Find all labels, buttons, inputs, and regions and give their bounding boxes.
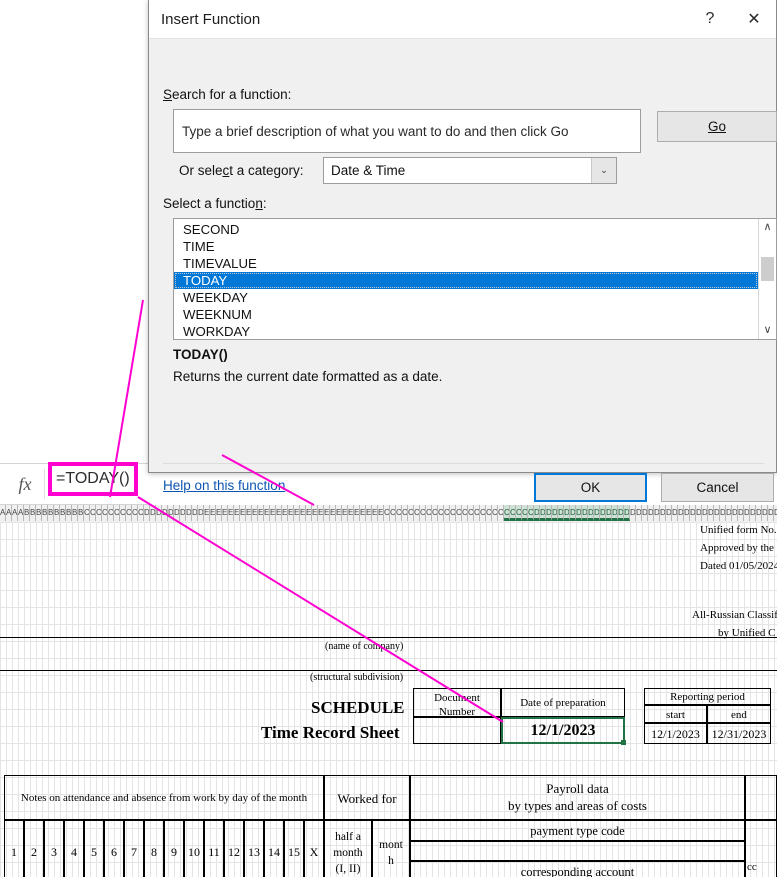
reporting-period-header: Reporting period — [644, 688, 771, 705]
scroll-up-icon[interactable]: ∧ — [763, 219, 771, 236]
half-month-line2: month — [333, 847, 363, 859]
rule-company-right — [410, 637, 777, 638]
scrollbar-thumb[interactable] — [761, 257, 774, 281]
function-signature: TODAY() — [173, 347, 228, 362]
function-list[interactable]: SECOND TIME TIMEVALUE TODAY WEEKDAY WEEKNUM WO… — [173, 218, 777, 340]
payment-type-code-header: payment type code — [410, 820, 745, 841]
reporting-end-value[interactable]: 12/31/2023 — [707, 723, 771, 744]
half-month-line3: (I, II) — [335, 863, 361, 875]
day-number-cell[interactable]: 15 — [284, 820, 304, 877]
scroll-down-icon[interactable]: ∨ — [763, 322, 771, 339]
day-number-cell[interactable]: 2 — [24, 820, 44, 877]
reporting-start-label: start — [644, 705, 707, 723]
category-selected-value: Date & Time — [331, 163, 406, 178]
day-number-cell[interactable]: 12 — [224, 820, 244, 877]
dialog-title-bar: Insert Function ? ✕ — [149, 0, 776, 39]
day-number-cell[interactable]: X — [304, 820, 324, 877]
category-label: Or select a category: — [179, 163, 304, 178]
reporting-end-label: end — [707, 705, 771, 723]
spreadsheet-grid[interactable]: AAAABBBBBBBBBBCCCCCCCCCCDDDDDDDDDDEEEEEE… — [0, 505, 777, 877]
function-list-label: Select a function: — [163, 196, 267, 211]
function-list-items: SECOND TIME TIMEVALUE TODAY WEEKDAY WEEKNUM WO… — [174, 219, 758, 339]
rule-subdivision — [0, 670, 410, 671]
half-a-month-header: half a month (I, II) — [324, 820, 372, 877]
cancel-button[interactable]: Cancel — [661, 473, 774, 502]
column-header-row[interactable]: AAAABBBBBBBBBBCCCCCCCCCCDDDDDDDDDDEEEEEE… — [0, 505, 777, 523]
worked-for-header: Worked for — [324, 775, 410, 820]
schedule-title: SCHEDULE — [311, 698, 405, 717]
day-number-cell[interactable]: 14 — [264, 820, 284, 877]
function-list-item[interactable]: TIME — [174, 238, 758, 255]
date-of-preparation-cell[interactable]: 12/1/2023 — [501, 717, 625, 744]
clipped-cc-text: cc — [747, 861, 757, 873]
day-number-cell[interactable]: 6 — [104, 820, 124, 877]
document-number-header: Document Number — [413, 688, 501, 718]
payroll-extra-col — [745, 775, 777, 820]
document-number-value[interactable] — [413, 717, 501, 744]
function-list-item[interactable]: WORKDAY — [174, 323, 758, 339]
search-label: Search for a function: — [163, 87, 292, 102]
day-number-cell[interactable]: 9 — [164, 820, 184, 877]
unified-form-note-1: Unified form No. T — [700, 524, 777, 536]
ok-button[interactable]: OK — [534, 473, 647, 502]
attendance-notes-header: Notes on attendance and absence from wor… — [4, 775, 324, 820]
function-list-item[interactable]: SECOND — [174, 221, 758, 238]
function-list-scrollbar[interactable]: ∧ ∨ — [758, 219, 776, 339]
search-input[interactable] — [173, 109, 641, 153]
rule-company — [0, 637, 410, 638]
day-number-cell[interactable]: 8 — [144, 820, 164, 877]
chevron-down-icon[interactable]: ⌄ — [591, 158, 616, 183]
go-button[interactable]: Go — [657, 111, 777, 142]
month-line2: h — [388, 855, 394, 867]
payroll-data-line2: by types and areas of costs — [508, 798, 647, 813]
function-description: Returns the current date formatted as a … — [173, 369, 443, 384]
day-number-cell[interactable]: 13 — [244, 820, 264, 877]
function-list-item[interactable]: TODAY — [174, 272, 758, 289]
go-button-label: Go — [707, 119, 726, 134]
dialog-separator — [163, 463, 764, 464]
close-icon[interactable]: ✕ — [732, 0, 776, 38]
insert-function-dialog: Insert Function ? ✕ Search for a functio… — [148, 0, 777, 502]
function-list-item[interactable]: WEEKNUM — [174, 306, 758, 323]
classifier-note-1: All-Russian Classifi — [692, 609, 777, 621]
month-header: mont h — [372, 820, 410, 877]
reporting-start-value[interactable]: 12/1/2023 — [644, 723, 707, 744]
corresponding-account-header: corresponding account — [410, 861, 745, 877]
unified-form-note-3: Dated 01/05/2024 — [700, 560, 777, 572]
help-icon[interactable]: ? — [688, 0, 732, 38]
time-record-sheet-title: Time Record Sheet — [261, 723, 400, 742]
document-number-label-line1: Document — [434, 692, 480, 704]
function-list-item[interactable]: TIMEVALUE — [174, 255, 758, 272]
company-caption: (name of company) — [325, 641, 404, 652]
day-number-cell[interactable]: 4 — [64, 820, 84, 877]
payroll-data-line1: Payroll data — [546, 781, 609, 796]
dialog-body: Search for a function: Go Or select a ca… — [149, 39, 777, 502]
function-list-item[interactable]: WEEKDAY — [174, 289, 758, 306]
payroll-data-header: Payroll data by types and areas of costs — [410, 775, 745, 820]
unified-form-note-2: Approved by the R — [700, 542, 777, 554]
subdivision-caption: (structural subdivision) — [310, 672, 404, 683]
cell-fill-handle[interactable] — [621, 740, 626, 745]
insert-function-fx-icon[interactable]: fx — [6, 469, 45, 499]
day-number-cell[interactable]: 1 — [4, 820, 24, 877]
day-number-cell[interactable]: 5 — [84, 820, 104, 877]
day-number-cell[interactable]: 7 — [124, 820, 144, 877]
payment-type-code-row[interactable] — [410, 841, 745, 861]
category-select[interactable]: Date & Time ⌄ — [323, 157, 617, 184]
month-line1: mont — [379, 839, 403, 851]
day-number-cell[interactable]: 3 — [44, 820, 64, 877]
day-number-cell[interactable]: 11 — [204, 820, 224, 877]
formula-input[interactable]: =TODAY() — [56, 470, 134, 488]
dialog-title: Insert Function — [161, 10, 261, 28]
help-on-this-function-link[interactable]: Help on this function — [163, 478, 285, 493]
rule-subdivision-right — [410, 670, 777, 671]
day-number-cell[interactable]: 10 — [184, 820, 204, 877]
date-of-preparation-header: Date of preparation — [501, 688, 625, 717]
half-month-line1: half a — [335, 831, 361, 843]
